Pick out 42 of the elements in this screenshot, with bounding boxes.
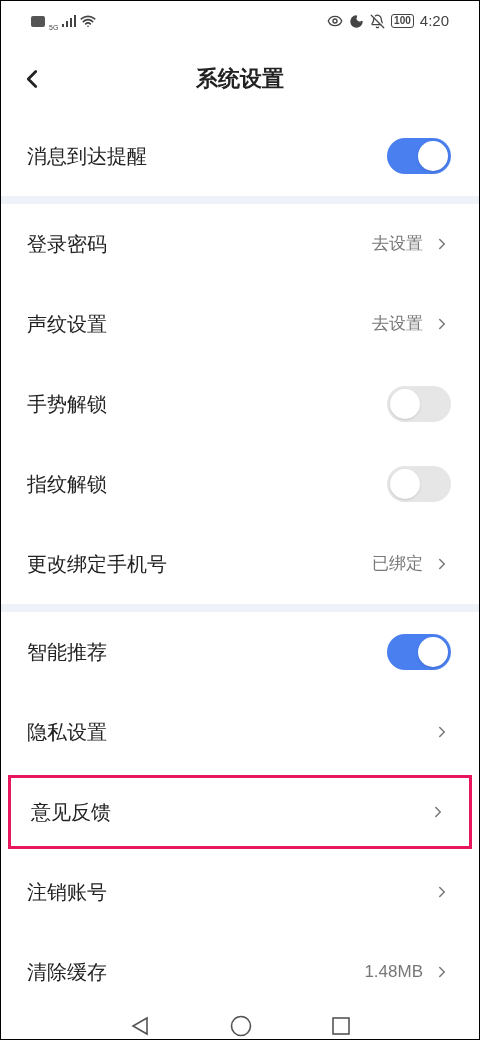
row-value: 去设置 <box>372 313 423 336</box>
toggle-switch[interactable] <box>387 466 451 502</box>
settings-row[interactable]: 更改绑定手机号 已绑定 <box>1 524 479 604</box>
row-value: 已绑定 <box>372 553 423 576</box>
settings-row[interactable]: 隐私设置 <box>1 692 479 772</box>
back-nav-icon[interactable] <box>130 1015 150 1036</box>
row-label: 指纹解锁 <box>27 472 107 497</box>
settings-row[interactable]: 意见反馈 <box>5 772 475 852</box>
row-value: 1.48MB <box>364 961 423 984</box>
row-label: 手势解锁 <box>27 392 107 417</box>
signal-icon <box>62 15 77 27</box>
home-nav-icon[interactable] <box>230 1014 252 1037</box>
row-label: 智能推荐 <box>27 640 107 665</box>
settings-row[interactable]: 消息到达提醒 <box>1 116 479 196</box>
settings-row[interactable]: 指纹解锁 <box>1 444 479 524</box>
wifi-icon <box>80 13 97 29</box>
settings-row[interactable]: 声纹设置 去设置 <box>1 284 479 364</box>
clock-time: 4:20 <box>419 10 449 31</box>
moon-icon <box>349 13 365 29</box>
eye-icon <box>327 13 344 29</box>
settings-row[interactable]: 智能推荐 <box>1 612 479 692</box>
settings-row[interactable]: 清除缓存 1.48MB <box>1 932 479 1012</box>
toggle-switch[interactable] <box>387 386 451 422</box>
hd-icon <box>31 15 45 27</box>
bell-off-icon <box>370 13 386 29</box>
row-label: 更改绑定手机号 <box>27 552 167 577</box>
settings-row[interactable]: 注销账号 <box>1 852 479 932</box>
toggle-switch[interactable] <box>387 138 451 174</box>
settings-row[interactable]: 手势解锁 <box>1 364 479 444</box>
toggle-switch[interactable] <box>387 634 451 670</box>
settings-row[interactable]: 登录密码 去设置 <box>1 204 479 284</box>
recents-nav-icon[interactable] <box>332 1016 350 1035</box>
row-label: 声纹设置 <box>27 312 107 337</box>
row-label: 注销账号 <box>27 880 107 905</box>
battery-level: 100 <box>391 14 414 28</box>
row-label: 清除缓存 <box>27 960 107 985</box>
row-label: 意见反馈 <box>31 800 111 825</box>
page-title: 系统设置 <box>196 65 284 93</box>
row-label: 消息到达提醒 <box>27 144 147 169</box>
row-value: 去设置 <box>372 233 423 256</box>
row-label: 登录密码 <box>27 232 107 257</box>
row-label: 隐私设置 <box>27 720 107 745</box>
